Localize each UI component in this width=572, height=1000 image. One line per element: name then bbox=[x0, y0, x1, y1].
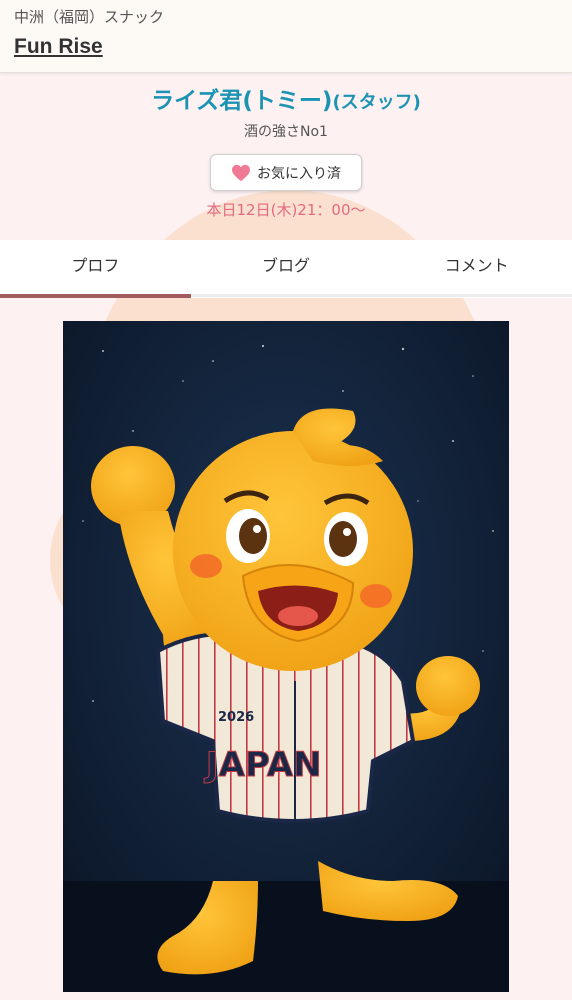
favorite-button[interactable]: お気に入り済 bbox=[210, 154, 362, 191]
shop-area-label: 中洲（福岡）スナック bbox=[14, 8, 165, 26]
active-tab-indicator bbox=[0, 294, 191, 298]
cast-catchphrase: 酒の強さNo1 bbox=[244, 124, 328, 140]
cast-role: (スタッフ) bbox=[332, 92, 421, 113]
jersey-year: 2026 bbox=[218, 710, 254, 725]
mascot-illustration: 2026 JAPAN bbox=[63, 321, 509, 992]
tab-blog[interactable]: ブログ bbox=[191, 240, 382, 298]
cast-name-text: ライズ君(トミー) bbox=[151, 88, 333, 114]
favorite-button-label: お気に入り済 bbox=[257, 165, 341, 182]
tab-comment[interactable]: コメント bbox=[381, 240, 572, 298]
tab-profile[interactable]: プロフ bbox=[0, 240, 191, 298]
shop-name-link[interactable]: Fun Rise bbox=[14, 35, 103, 59]
schedule-text: 本日12日(木)21：00〜 bbox=[206, 201, 366, 219]
heart-icon bbox=[232, 164, 250, 181]
site-header: 中洲（福岡）スナック Fun Rise bbox=[0, 0, 572, 73]
cast-name: ライズ君(トミー)(スタッフ) bbox=[0, 84, 572, 120]
jersey-text: JAPAN bbox=[204, 745, 322, 785]
cast-photo[interactable]: 2026 JAPAN bbox=[63, 321, 509, 992]
profile-tabs: プロフ ブログ コメント bbox=[0, 240, 572, 298]
cast-profile: ライズ君(トミー)(スタッフ) 酒の強さNo1 お気に入り済 本日12日(木)2… bbox=[0, 84, 572, 220]
